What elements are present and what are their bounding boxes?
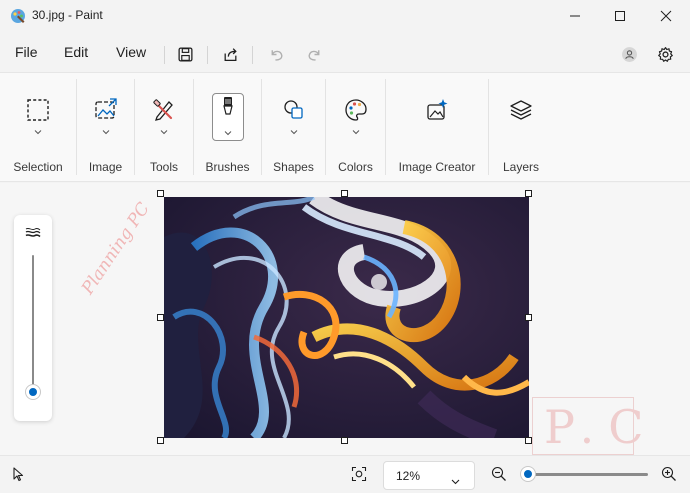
chevron-down-icon (352, 129, 360, 135)
title-bar: 30.jpg - Paint (0, 0, 690, 32)
close-icon (660, 10, 672, 22)
ribbon-label: Tools (149, 160, 178, 174)
brush-icon (215, 95, 241, 121)
account-button[interactable] (615, 40, 643, 68)
ribbon-label: Selection (13, 160, 63, 174)
chevron-down-icon (102, 129, 110, 135)
watermark-logo-text: P.C (544, 400, 658, 454)
ribbon-group-selection[interactable]: Selection (0, 73, 76, 183)
ribbon-group-colors[interactable]: Colors (326, 73, 385, 183)
zoom-in-icon (661, 466, 676, 481)
save-button[interactable] (171, 40, 199, 68)
chevron-down-icon (451, 473, 460, 485)
undo-button[interactable] (262, 40, 290, 68)
image-creator-icon (424, 97, 450, 123)
shapes-icon (281, 97, 307, 123)
zoom-slider-thumb[interactable] (521, 467, 535, 481)
menu-bar: File Edit View (0, 34, 690, 70)
zoom-slider-track[interactable] (526, 473, 648, 476)
brush-size-thumb[interactable] (26, 385, 40, 400)
ribbon-group-image-creator[interactable]: Image Creator (386, 73, 488, 183)
ribbon-label: Layers (502, 160, 540, 174)
resize-handle[interactable] (525, 437, 532, 444)
ribbon: Selection Image Tools Brushes Shapes Col… (0, 72, 690, 182)
minimize-button[interactable] (552, 0, 598, 32)
menu-view[interactable]: View (112, 42, 150, 62)
layers-icon (508, 97, 534, 123)
undo-icon (271, 49, 283, 61)
chevron-down-icon (34, 129, 42, 135)
resize-handle[interactable] (157, 437, 164, 444)
brush-size-track[interactable] (32, 255, 34, 395)
ribbon-group-brushes[interactable]: Brushes (194, 73, 261, 183)
account-icon (621, 46, 637, 62)
fit-to-window-icon (351, 466, 367, 482)
gear-icon (657, 46, 673, 62)
fit-to-window-button[interactable] (351, 466, 367, 482)
ribbon-label: Image (88, 160, 123, 174)
ribbon-label: Image Creator (398, 160, 476, 174)
ribbon-label: Colors (338, 160, 373, 174)
zoom-value: 12% (396, 469, 421, 483)
ribbon-group-layers[interactable]: Layers (489, 73, 553, 183)
status-bar: 12% (0, 455, 690, 493)
resize-handle[interactable] (525, 190, 532, 197)
resize-handle[interactable] (157, 314, 164, 321)
ribbon-label: Brushes (205, 160, 250, 174)
palette-icon (343, 97, 369, 123)
chevron-down-icon (224, 130, 232, 136)
resize-handle[interactable] (341, 437, 348, 444)
brush-size-icon (25, 227, 41, 239)
menu-separator (164, 46, 165, 64)
minimize-icon (570, 15, 580, 17)
resize-handle[interactable] (341, 190, 348, 197)
menu-separator (207, 46, 208, 64)
maximize-button[interactable] (597, 0, 643, 32)
maximize-icon (615, 11, 625, 21)
ribbon-group-image[interactable]: Image (77, 73, 134, 183)
zoom-out-icon (491, 466, 506, 481)
watermark-text: Planning PC (78, 199, 154, 299)
menu-file[interactable]: File (11, 42, 42, 62)
menu-separator (252, 46, 253, 64)
settings-button[interactable] (651, 40, 679, 68)
zoom-select[interactable]: 12% (383, 461, 475, 490)
resize-handle[interactable] (525, 314, 532, 321)
window-title: 30.jpg - Paint (32, 8, 103, 22)
canvas-image[interactable] (164, 197, 529, 438)
pointer-icon[interactable] (10, 466, 26, 482)
zoom-in-button[interactable] (661, 466, 677, 482)
save-icon (177, 46, 193, 62)
brush-size-panel (14, 215, 52, 421)
tools-icon (151, 97, 177, 123)
resize-handle[interactable] (157, 190, 164, 197)
fluid-art-image (164, 197, 529, 438)
chevron-down-icon (160, 129, 168, 135)
ribbon-label: Shapes (273, 160, 314, 174)
selection-icon (25, 97, 51, 123)
share-button[interactable] (216, 40, 244, 68)
chevron-down-icon (290, 129, 298, 135)
zoom-out-button[interactable] (491, 466, 507, 482)
share-icon (224, 47, 237, 61)
ribbon-group-tools[interactable]: Tools (135, 73, 193, 183)
image-icon (93, 97, 119, 123)
redo-icon (307, 49, 319, 61)
redo-button[interactable] (300, 40, 328, 68)
ribbon-group-shapes[interactable]: Shapes (262, 73, 325, 183)
menu-edit[interactable]: Edit (60, 42, 92, 62)
paint-app-icon (10, 8, 26, 24)
close-button[interactable] (643, 0, 689, 32)
